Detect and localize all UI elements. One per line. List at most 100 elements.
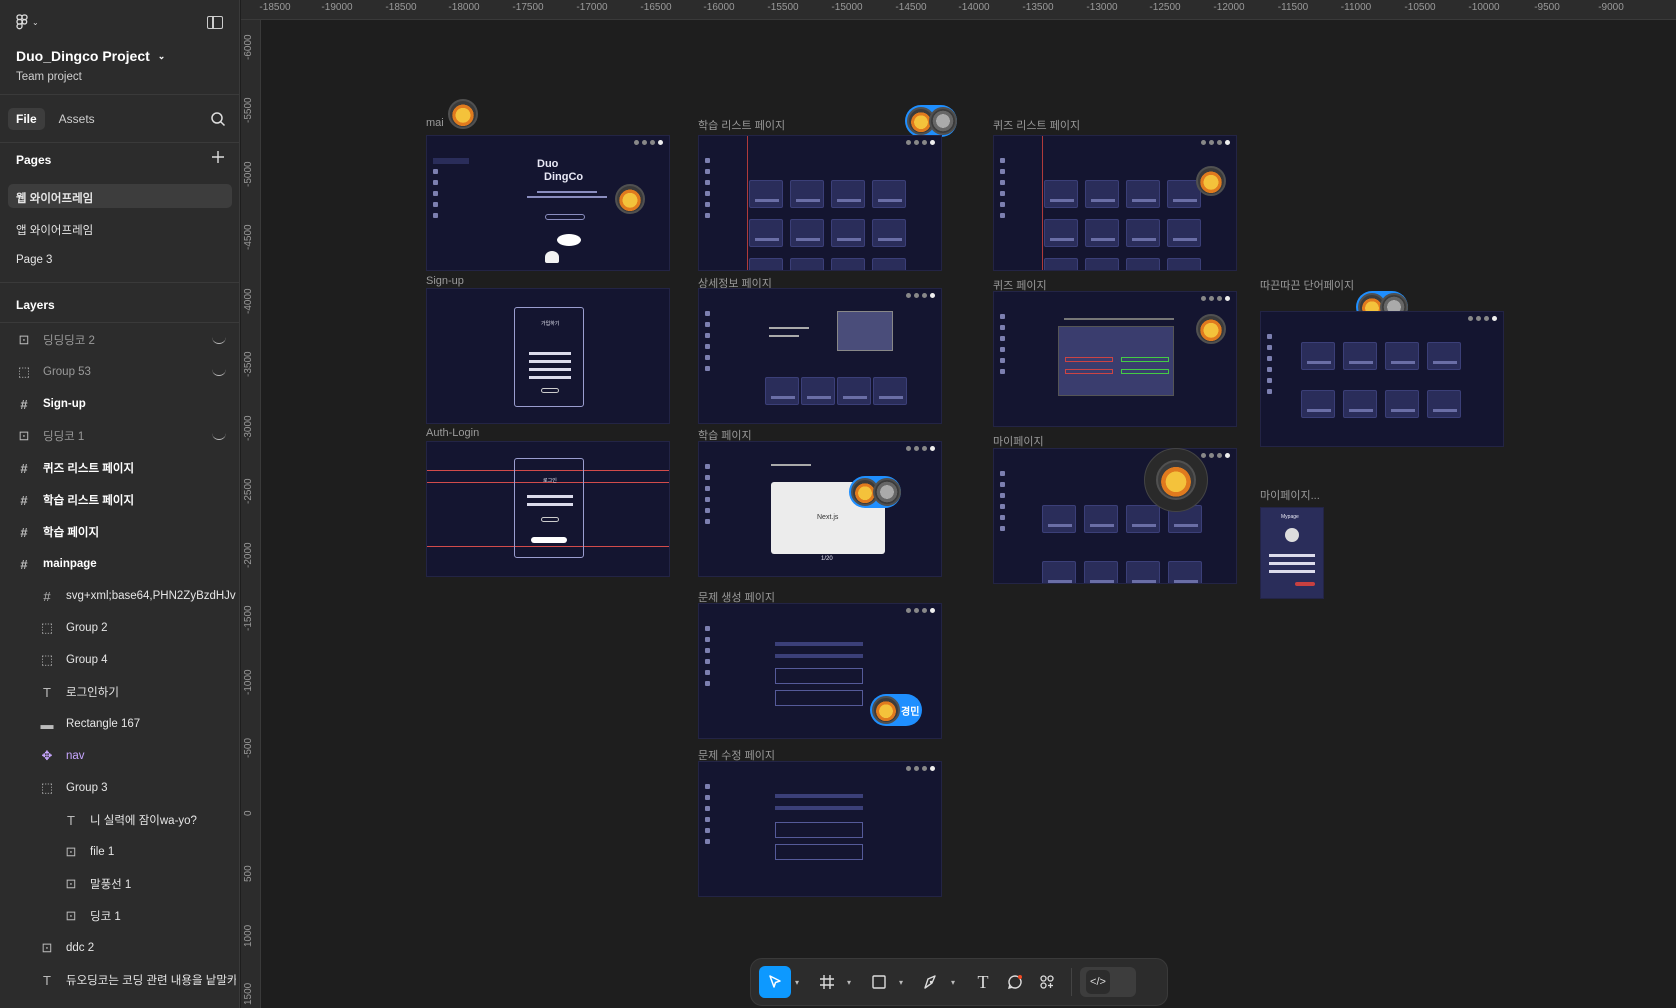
hidden-eye-icon[interactable]: [212, 432, 226, 440]
tab-file[interactable]: File: [8, 108, 45, 130]
layer-item[interactable]: ⬚ Group 3: [0, 773, 240, 803]
search-icon[interactable]: [210, 111, 226, 127]
layer-item[interactable]: ⊡ 딩딩코 1: [0, 421, 240, 451]
ruler-tick-label: -4500: [243, 224, 254, 250]
frame-mainpage[interactable]: Duo DingCo: [426, 135, 670, 271]
word-card: [801, 377, 835, 405]
collaborator-avatar[interactable]: [1156, 460, 1196, 500]
project-title[interactable]: Duo_Dingco Project ⌄: [16, 48, 223, 64]
main-menu-button[interactable]: ⌄: [16, 14, 39, 30]
layer-label: 딩딩코 1: [43, 431, 85, 443]
layer-item[interactable]: T 로그인하기: [0, 677, 240, 707]
signup-card: 가입하기: [514, 307, 584, 407]
comment-tool-button[interactable]: [999, 966, 1031, 998]
quiz-card: [1126, 258, 1160, 270]
frame-nav: [705, 311, 711, 377]
frame-nav: [1000, 471, 1006, 537]
layer-item[interactable]: ⬚ Group 53: [0, 357, 240, 387]
frame-title-signup[interactable]: Sign-up: [426, 275, 464, 287]
frame-signup[interactable]: 가입하기: [426, 288, 670, 424]
frame-title-study-list[interactable]: 학습 리스트 페이지: [698, 117, 785, 133]
layer-item[interactable]: ▬ Rectangle 167: [0, 709, 240, 739]
layer-item[interactable]: ⬚ Group 4: [0, 645, 240, 675]
hidden-eye-icon[interactable]: [212, 368, 226, 376]
word-card: [873, 377, 907, 405]
frame-tool-button[interactable]: [811, 966, 843, 998]
ruler-tick-label: -2500: [243, 478, 254, 504]
collaborator-avatar: [1196, 314, 1226, 344]
frame-create[interactable]: 경민: [698, 603, 942, 739]
ruler-tick-label: -11000: [1340, 2, 1372, 13]
frame-edit[interactable]: [698, 761, 942, 897]
frame-mypage-mobile[interactable]: Mypage: [1260, 507, 1324, 599]
frame-detail[interactable]: [698, 288, 942, 424]
chevron-down-icon[interactable]: ▾: [895, 978, 907, 987]
layer-item[interactable]: ⊡ ddc 2: [0, 933, 240, 963]
frame-nav: [1267, 334, 1273, 400]
layer-item[interactable]: ✥ nav: [0, 741, 240, 771]
ruler-tick-label: -10000: [1468, 2, 1500, 13]
layer-item[interactable]: # 학습 리스트 페이지: [0, 485, 240, 515]
ruler-tick-label: -13500: [1022, 2, 1054, 13]
quiz-card: [1085, 219, 1119, 247]
hidden-eye-icon[interactable]: [212, 336, 226, 344]
ruler-tick-label: -18500: [259, 2, 291, 13]
layer-label: Group 4: [66, 654, 108, 666]
frame-words[interactable]: [1260, 311, 1504, 447]
frame-study[interactable]: Next.js 1/20: [698, 441, 942, 577]
chevron-down-icon[interactable]: ▾: [791, 978, 803, 987]
layer-item[interactable]: ⊡ 말풍선 1: [0, 869, 240, 899]
layer-item[interactable]: # 퀴즈 리스트 페이지: [0, 453, 240, 483]
text-tool-button[interactable]: T: [967, 966, 999, 998]
frame-study-list[interactable]: [698, 135, 942, 271]
frame-title-quiz-list[interactable]: 퀴즈 리스트 페이지: [993, 117, 1080, 133]
word-card: [1301, 342, 1335, 370]
layer-item[interactable]: ⬚ Group 2: [0, 613, 240, 643]
page-item-page-3[interactable]: Page 3: [8, 248, 232, 272]
divider: [0, 322, 240, 323]
chevron-down-icon[interactable]: ⌄: [158, 51, 166, 62]
stat-card: [1042, 505, 1076, 533]
rectangle-tool-button[interactable]: [863, 966, 895, 998]
add-page-icon[interactable]: [211, 150, 225, 164]
frame-auth-login[interactable]: 로그인: [426, 441, 670, 577]
nav-highlight: [433, 158, 469, 164]
dev-mode-toggle[interactable]: </>: [1080, 967, 1136, 997]
layer-item[interactable]: ⊡ file 1: [0, 837, 240, 867]
figma-logo-icon: [16, 14, 28, 30]
collaborator-avatar[interactable]: [448, 99, 478, 129]
frame-title-mypage-mobile[interactable]: 마이페이지...: [1260, 487, 1320, 503]
ruler-tick-label: 1500: [243, 982, 254, 1005]
move-tool-button[interactable]: [759, 966, 791, 998]
chevron-down-icon[interactable]: ▾: [843, 978, 855, 987]
layer-item[interactable]: T 듀오딩코는 코딩 관련 내용을 낱말카드로: [0, 965, 240, 995]
page-item-web-wireframe[interactable]: 웹 와이어프레임: [8, 184, 232, 208]
layer-item[interactable]: # Sign-up: [0, 389, 240, 419]
frame-title-words[interactable]: 따끈따끈 단어페이지: [1260, 277, 1354, 293]
pen-tool-button[interactable]: [915, 966, 947, 998]
frame-quiz-list[interactable]: [993, 135, 1237, 271]
page-item-app-wireframe[interactable]: 앱 와이어프레임: [8, 216, 232, 240]
header-icons: [906, 293, 935, 298]
collaborator-name: 경민: [901, 707, 920, 718]
frame-quiz[interactable]: [993, 291, 1237, 427]
toggle-sidebar-icon[interactable]: [207, 16, 223, 29]
layer-item[interactable]: T 니 실력에 잠이wa-yo?: [0, 805, 240, 835]
layer-item[interactable]: # svg+xml;base64,PHN2ZyBzdHJva: [0, 581, 240, 611]
frame-title-mainpage[interactable]: mai: [426, 117, 444, 129]
layer-item[interactable]: ⊡ 딩코 1: [0, 901, 240, 931]
actions-tool-button[interactable]: [1031, 966, 1063, 998]
layer-item[interactable]: ⊡ 딩딩딩코 2: [0, 325, 240, 355]
layer-item[interactable]: # 학습 페이지: [0, 517, 240, 547]
frame-title-auth-login[interactable]: Auth-Login: [426, 427, 479, 439]
layer-label: nav: [66, 750, 85, 762]
frame-nav: [705, 626, 711, 692]
image-icon: ⊡: [18, 428, 30, 443]
tab-assets[interactable]: Assets: [51, 108, 103, 130]
design-canvas[interactable]: mai Duo DingCo Sign-up 가입하기 Auth-Login 로…: [262, 21, 1676, 1008]
layer-item[interactable]: # mainpage: [0, 549, 240, 579]
header-icons: [634, 140, 663, 145]
answer-option: [1065, 369, 1113, 374]
chevron-down-icon[interactable]: ▾: [947, 978, 959, 987]
frame-title-mypage[interactable]: 마이페이지: [993, 433, 1044, 449]
